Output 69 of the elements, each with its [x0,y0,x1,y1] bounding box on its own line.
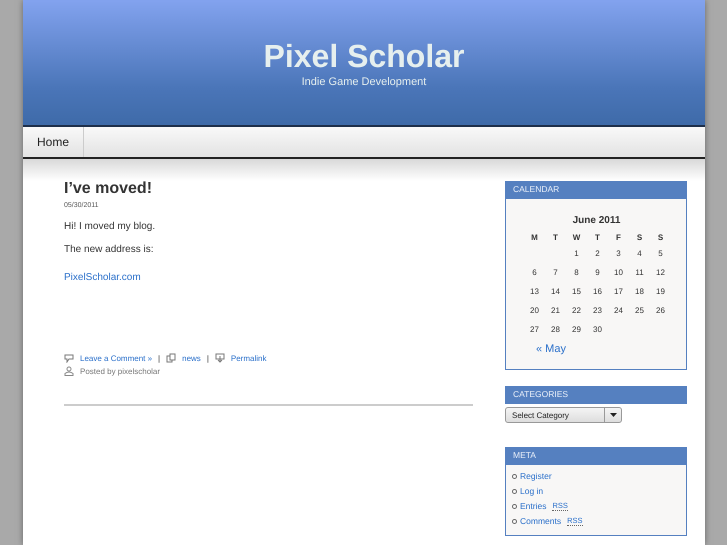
category-link[interactable]: news [182,354,201,362]
post-paragraph: The new address is: [64,244,154,255]
separator: | [158,354,160,362]
post-paragraph: Hi! I moved my blog. [64,221,156,232]
calendar-day: 19 [650,282,671,301]
calendar-day: 21 [545,301,566,320]
bullet-icon [512,474,517,478]
calendar-day: 28 [545,320,566,339]
comment-link[interactable]: Leave a Comment » [80,354,152,362]
category-select[interactable]: Select Category [505,407,622,423]
calendar-day: 15 [566,282,587,301]
speech-bubble-icon [64,353,74,363]
calendar-day: 25 [629,301,650,320]
previous-month-link[interactable]: « May [536,343,566,355]
caret-icon [610,413,616,417]
calendar-day: 18 [629,282,650,301]
site-title[interactable]: Pixel Scholar [264,38,464,74]
separator: | [206,354,209,362]
calendar-day: 20 [524,301,545,320]
post-author: Posted by pixelscholar [80,366,160,376]
calendar-day: 16 [587,282,608,301]
calendar-day: 29 [566,320,587,339]
weekday-label: F [615,232,622,244]
meta-link[interactable]: Log in [520,486,544,496]
widget-heading: CALENDAR [505,181,687,199]
permalink[interactable]: Permalink [230,354,266,362]
calendar-caption: June 2011 [572,215,622,226]
bullet-icon [512,504,517,508]
calendar-day: 4 [629,244,650,263]
calendar-day: 3 [608,244,629,263]
pin-icon [214,353,225,363]
calendar-day: 2 [587,244,608,263]
calendar-day: 9 [587,263,608,282]
weekday-label: W [572,232,582,244]
calendar-day: 23 [587,301,608,320]
calendar-day: 24 [608,301,629,320]
calendar-day: 17 [608,282,629,301]
calendar-day: 6 [524,263,545,282]
pages-icon [166,353,176,363]
calendar-day: 10 [608,263,629,282]
calendar-day: 8 [566,263,587,282]
calendar-day: 30 [587,320,608,339]
meta-link[interactable]: Comments [520,516,562,526]
calendar-day: 12 [650,263,671,282]
weekday-label: T [594,232,601,244]
calendar-day: 27 [524,320,545,339]
bullet-icon [512,488,517,494]
weekday-label: T [552,232,559,244]
weekday-label: S [656,232,664,244]
calendar-day: 22 [566,301,587,320]
weekday-label: S [636,232,644,244]
calendar-day: 1 [566,244,587,263]
calendar-day: 14 [545,282,566,301]
meta-link[interactable]: Entries [520,501,546,511]
calendar-day: 13 [524,282,545,301]
site-tagline: Indie Game Development [302,76,426,88]
bullet-icon [512,518,517,524]
meta-link[interactable]: Register [520,471,552,481]
calendar-day: 5 [650,244,671,263]
person-icon [64,366,74,376]
widget-heading: META [505,447,687,465]
post-title[interactable]: I’ve moved! [64,180,473,198]
nav-link[interactable]: Home [23,127,84,157]
weekday-label: M [530,232,539,244]
widget-heading: CATEGORIES [505,386,687,404]
post-link[interactable]: PixelScholar.com [64,272,141,283]
calendar-day: 26 [650,301,671,320]
calendar-day: 7 [545,263,566,282]
calendar-day: 11 [629,263,650,282]
